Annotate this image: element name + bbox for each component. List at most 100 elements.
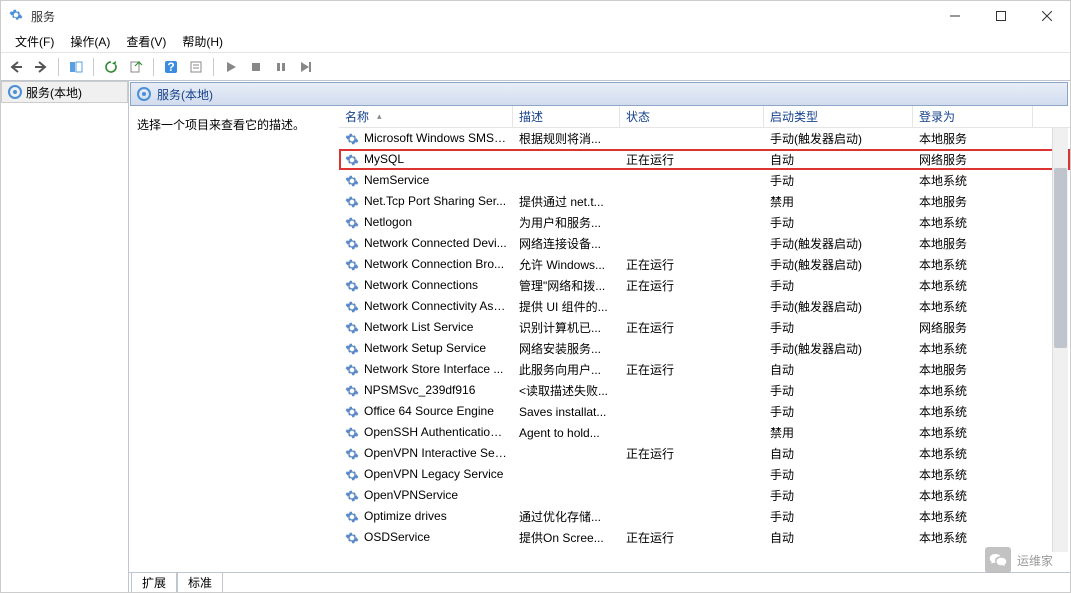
service-row[interactable]: OpenSSH Authentication ...Agent to hold.… bbox=[339, 422, 1070, 443]
service-name: Network Connectivity Ass... bbox=[364, 299, 509, 313]
gear-icon bbox=[345, 426, 361, 440]
service-row[interactable]: Net.Tcp Port Sharing Ser...提供通过 net.t...… bbox=[339, 191, 1070, 212]
service-log-on-as: 本地系统 bbox=[913, 445, 1033, 462]
service-log-on-as: 本地服务 bbox=[913, 130, 1033, 147]
toolbar: ? bbox=[1, 53, 1070, 81]
tree-item-services-local[interactable]: 服务(本地) bbox=[1, 81, 128, 103]
gear-icon bbox=[8, 85, 22, 99]
service-log-on-as: 本地系统 bbox=[913, 340, 1033, 357]
export-list-button[interactable] bbox=[125, 56, 147, 78]
gear-icon bbox=[345, 279, 361, 293]
service-name: NPSMSvc_239df916 bbox=[364, 383, 475, 397]
services-list: 名称▴ 描述 状态 启动类型 登录为 Microsoft Windows SMS… bbox=[339, 106, 1070, 572]
service-row[interactable]: Network Connection Bro...允许 Windows...正在… bbox=[339, 254, 1070, 275]
service-log-on-as: 本地系统 bbox=[913, 382, 1033, 399]
service-row[interactable]: Office 64 Source EngineSaves installat..… bbox=[339, 401, 1070, 422]
column-description[interactable]: 描述 bbox=[513, 106, 620, 127]
menu-help[interactable]: 帮助(H) bbox=[174, 31, 231, 52]
service-name: Network Connection Bro... bbox=[364, 257, 504, 271]
window-title: 服务 bbox=[31, 8, 932, 25]
tab-extended[interactable]: 扩展 bbox=[131, 573, 177, 592]
service-row[interactable]: Network Connections管理"网络和拨...正在运行手动本地系统 bbox=[339, 275, 1070, 296]
service-row[interactable]: Network Store Interface ...此服务向用户...正在运行… bbox=[339, 359, 1070, 380]
toolbar-separator bbox=[213, 58, 214, 76]
service-row[interactable]: NPSMSvc_239df916<读取描述失败...手动本地系统 bbox=[339, 380, 1070, 401]
service-row[interactable]: Network Connectivity Ass...提供 UI 组件的...手… bbox=[339, 296, 1070, 317]
service-log-on-as: 网络服务 bbox=[913, 319, 1033, 336]
vertical-scrollbar[interactable] bbox=[1052, 128, 1068, 552]
scrollbar-thumb[interactable] bbox=[1054, 168, 1067, 348]
service-status: 正在运行 bbox=[620, 319, 764, 336]
pause-service-button[interactable] bbox=[270, 56, 292, 78]
service-log-on-as: 本地系统 bbox=[913, 529, 1033, 546]
sort-asc-icon: ▴ bbox=[377, 111, 382, 122]
service-row[interactable]: Netlogon为用户和服务...手动本地系统 bbox=[339, 212, 1070, 233]
forward-button[interactable] bbox=[30, 56, 52, 78]
service-startup-type: 手动(触发器启动) bbox=[764, 256, 913, 273]
titlebar: 服务 bbox=[1, 1, 1070, 31]
column-name[interactable]: 名称▴ bbox=[339, 106, 513, 127]
gear-icon bbox=[137, 87, 151, 101]
service-row[interactable]: NemService手动本地系统 bbox=[339, 170, 1070, 191]
service-row[interactable]: Network Setup Service网络安装服务...手动(触发器启动)本… bbox=[339, 338, 1070, 359]
service-name: Network Store Interface ... bbox=[364, 362, 503, 376]
help-button[interactable]: ? bbox=[160, 56, 182, 78]
service-status: 正在运行 bbox=[620, 361, 764, 378]
menubar: 文件(F) 操作(A) 查看(V) 帮助(H) bbox=[1, 31, 1070, 53]
service-description: 允许 Windows... bbox=[513, 256, 620, 273]
column-status[interactable]: 状态 bbox=[620, 106, 764, 127]
restart-service-button[interactable] bbox=[295, 56, 317, 78]
service-startup-type: 手动(触发器启动) bbox=[764, 130, 913, 147]
service-startup-type: 自动 bbox=[764, 151, 913, 168]
back-button[interactable] bbox=[5, 56, 27, 78]
tabs: 扩展 标准 bbox=[129, 572, 1070, 592]
service-row[interactable]: OpenVPN Interactive Ser...正在运行自动本地系统 bbox=[339, 443, 1070, 464]
gear-icon bbox=[345, 384, 361, 398]
service-status: 正在运行 bbox=[620, 151, 764, 168]
column-log-on-as[interactable]: 登录为 bbox=[913, 106, 1033, 127]
service-row[interactable]: OpenVPN Legacy Service手动本地系统 bbox=[339, 464, 1070, 485]
service-row[interactable]: Optimize drives通过优化存储...手动本地系统 bbox=[339, 506, 1070, 527]
menu-file[interactable]: 文件(F) bbox=[7, 31, 62, 52]
service-description: 为用户和服务... bbox=[513, 214, 620, 231]
service-name: OpenVPN Interactive Ser... bbox=[364, 446, 508, 460]
service-description: 根据规则将消... bbox=[513, 130, 620, 147]
service-description: 网络连接设备... bbox=[513, 235, 620, 252]
service-row[interactable]: OSDService提供On Scree...正在运行自动本地系统 bbox=[339, 527, 1070, 548]
properties-button[interactable] bbox=[185, 56, 207, 78]
maximize-button[interactable] bbox=[978, 1, 1024, 31]
content-header-title: 服务(本地) bbox=[157, 86, 213, 103]
service-name: OpenVPN Legacy Service bbox=[364, 467, 503, 481]
stop-service-button[interactable] bbox=[245, 56, 267, 78]
service-name: Netlogon bbox=[364, 215, 412, 229]
service-row[interactable]: MySQL正在运行自动网络服务 bbox=[339, 149, 1070, 170]
content: 服务(本地) 选择一个项目来查看它的描述。 名称▴ 描述 状态 启动类型 登录为… bbox=[129, 81, 1070, 592]
gear-icon bbox=[345, 363, 361, 377]
service-status: 正在运行 bbox=[620, 529, 764, 546]
gear-icon bbox=[345, 216, 361, 230]
close-button[interactable] bbox=[1024, 1, 1070, 31]
tab-standard[interactable]: 标准 bbox=[177, 573, 223, 592]
watermark: 运维家 bbox=[985, 547, 1053, 573]
refresh-button[interactable] bbox=[100, 56, 122, 78]
minimize-button[interactable] bbox=[932, 1, 978, 31]
start-service-button[interactable] bbox=[220, 56, 242, 78]
content-header: 服务(本地) bbox=[130, 82, 1068, 106]
gear-icon bbox=[345, 132, 361, 146]
service-log-on-as: 本地服务 bbox=[913, 193, 1033, 210]
gear-icon bbox=[345, 300, 361, 314]
gear-icon bbox=[345, 447, 361, 461]
service-row[interactable]: OpenVPNService手动本地系统 bbox=[339, 485, 1070, 506]
service-log-on-as: 本地服务 bbox=[913, 235, 1033, 252]
gear-icon bbox=[345, 237, 361, 251]
service-name: Network List Service bbox=[364, 320, 473, 334]
tree-pane: 服务(本地) bbox=[1, 81, 129, 592]
menu-action[interactable]: 操作(A) bbox=[62, 31, 118, 52]
service-row[interactable]: Microsoft Windows SMS ...根据规则将消...手动(触发器… bbox=[339, 128, 1070, 149]
column-startup-type[interactable]: 启动类型 bbox=[764, 106, 913, 127]
menu-view[interactable]: 查看(V) bbox=[118, 31, 174, 52]
show-hide-tree-button[interactable] bbox=[65, 56, 87, 78]
service-row[interactable]: Network Connected Devi...网络连接设备...手动(触发器… bbox=[339, 233, 1070, 254]
service-row[interactable]: Network List Service识别计算机已...正在运行手动网络服务 bbox=[339, 317, 1070, 338]
service-startup-type: 手动 bbox=[764, 508, 913, 525]
